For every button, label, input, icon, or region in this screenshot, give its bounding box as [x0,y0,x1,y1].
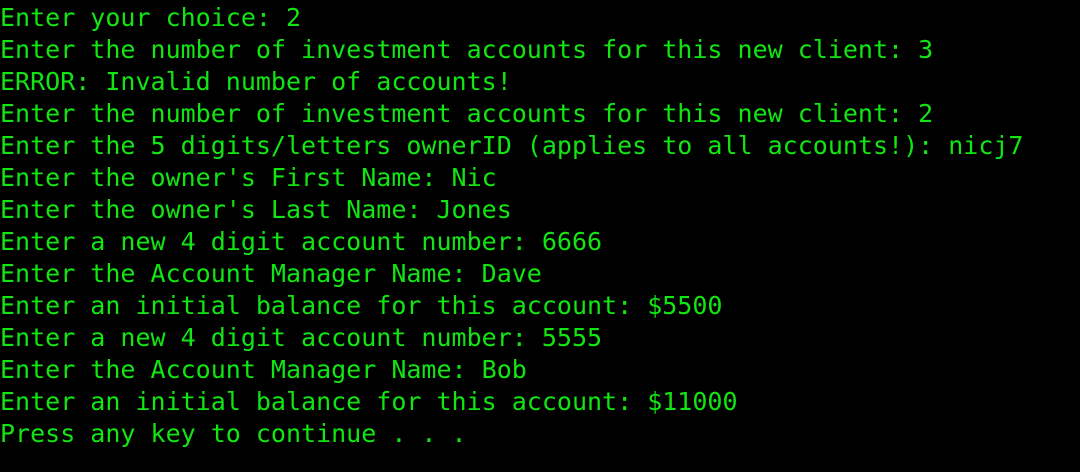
console-line: Enter a new 4 digit account number: 6666 [0,227,603,256]
console-line: ERROR: Invalid number of accounts! [0,67,512,96]
console-output[interactable]: Enter your choice: 2 Enter the number of … [0,2,1080,472]
console-line: Enter the Account Manager Name: Dave [0,259,542,288]
console-line: Enter an initial balance for this accoun… [0,291,723,320]
console-line: Enter the owner's First Name: Nic [0,163,497,192]
console-line: Enter a new 4 digit account number: 5555 [0,323,603,352]
console-line: Enter the Account Manager Name: Bob [0,355,527,384]
console-line: Enter the owner's Last Name: Jones [0,195,512,224]
console-line: Enter the number of investment accounts … [0,99,934,128]
console-line: Enter the number of investment accounts … [0,35,934,64]
console-line: Enter an initial balance for this accoun… [0,387,738,416]
console-line: Enter the 5 digits/letters ownerID (appl… [0,131,1024,160]
console-line: Enter your choice: 2 [0,3,302,32]
console-line: Press any key to continue . . . [0,419,467,448]
